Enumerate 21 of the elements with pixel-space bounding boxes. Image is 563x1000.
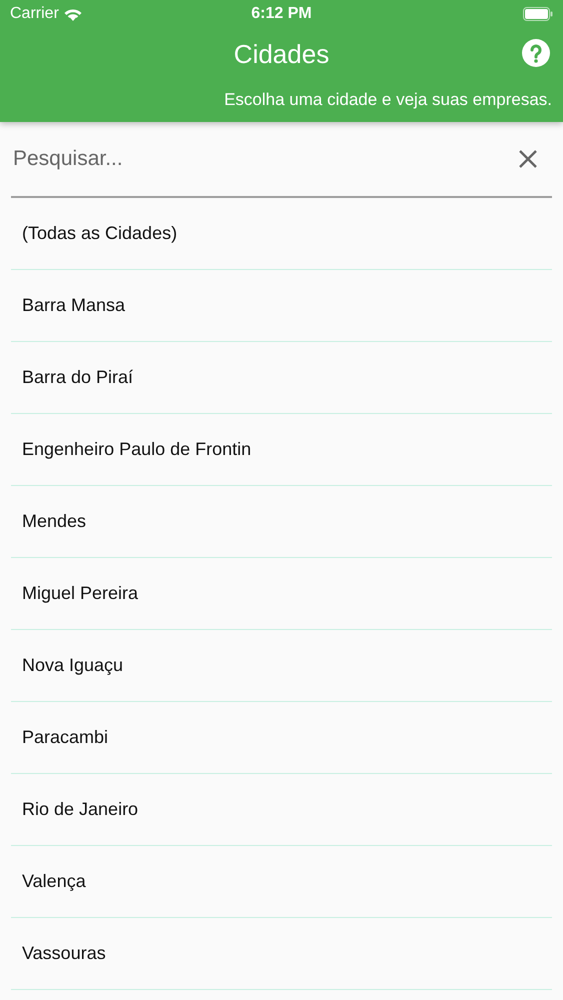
search-field[interactable]: Pesquisar... [11,142,512,176]
carrier-label: Carrier [10,4,59,24]
city-list-item[interactable]: Engenheiro Paulo de Frontin [11,414,552,486]
help-button[interactable] [522,39,550,67]
city-list-item[interactable]: Mendes [11,486,552,558]
city-list-item[interactable]: Valença [11,846,552,918]
city-list-item[interactable]: (Todas as Cidades) [11,198,552,270]
city-list-item[interactable]: Nova Iguaçu [11,630,552,702]
city-list-item[interactable]: Vassouras [11,918,552,990]
clock-time: 6:12 PM [251,4,312,24]
city-list-item[interactable]: Rio de Janeiro [11,774,552,846]
city-list-item[interactable]: Barra Mansa [11,270,552,342]
close-icon [518,148,538,169]
header-subtitle: Escolha uma cidade e veja suas empresas. [224,89,552,112]
city-list-item[interactable]: Barra do Piraí [11,342,552,414]
screen-title: Cidades [234,38,330,70]
help-icon [522,39,550,67]
wifi-icon [62,6,83,22]
city-list-item[interactable]: Miguel Pereira [11,558,552,630]
battery-icon [523,7,553,21]
city-list-item[interactable]: Paracambi [11,702,552,774]
